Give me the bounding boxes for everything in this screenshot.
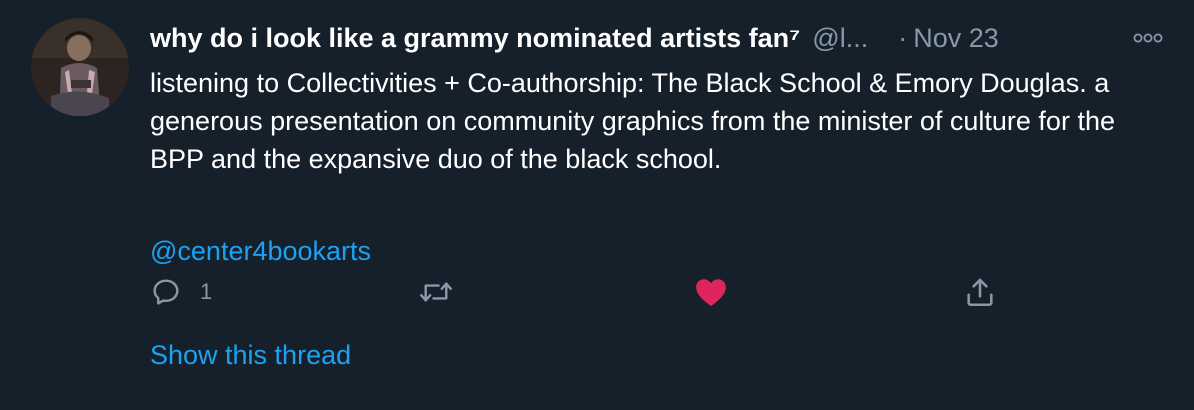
action-bar: 1: [150, 272, 1160, 312]
separator-dot: ·: [898, 22, 908, 53]
heart-filled-icon: [696, 279, 726, 307]
display-name[interactable]: why do i look like a grammy nominated ar…: [150, 23, 800, 54]
mention-link[interactable]: @center4bookarts: [150, 236, 371, 267]
user-handle[interactable]: @l...: [812, 23, 868, 54]
tweet-content: why do i look like a grammy nominated ar…: [150, 14, 1163, 267]
reply-count: 1: [200, 279, 213, 304]
retweet-button[interactable]: [418, 272, 472, 312]
reply-button[interactable]: 1: [150, 272, 212, 312]
share-upload-icon: [967, 278, 993, 307]
tweet-text: listening to Collectivities + Co-authors…: [150, 68, 1115, 174]
share-button[interactable]: [963, 272, 997, 312]
timestamp[interactable]: Nov 23: [913, 23, 999, 54]
avatar-photo: [31, 18, 129, 116]
tweet-card[interactable]: why do i look like a grammy nominated ar…: [0, 0, 1194, 410]
reply-bubble-icon: [153, 279, 179, 305]
tweet-header: why do i look like a grammy nominated ar…: [150, 14, 1160, 62]
more-options-button[interactable]: [1126, 22, 1170, 54]
like-button[interactable]: [694, 272, 746, 312]
more-dots-icon: [1133, 33, 1163, 43]
retweet-icon: [419, 282, 453, 302]
avatar[interactable]: [31, 18, 129, 116]
show-thread-link[interactable]: Show this thread: [150, 340, 351, 371]
